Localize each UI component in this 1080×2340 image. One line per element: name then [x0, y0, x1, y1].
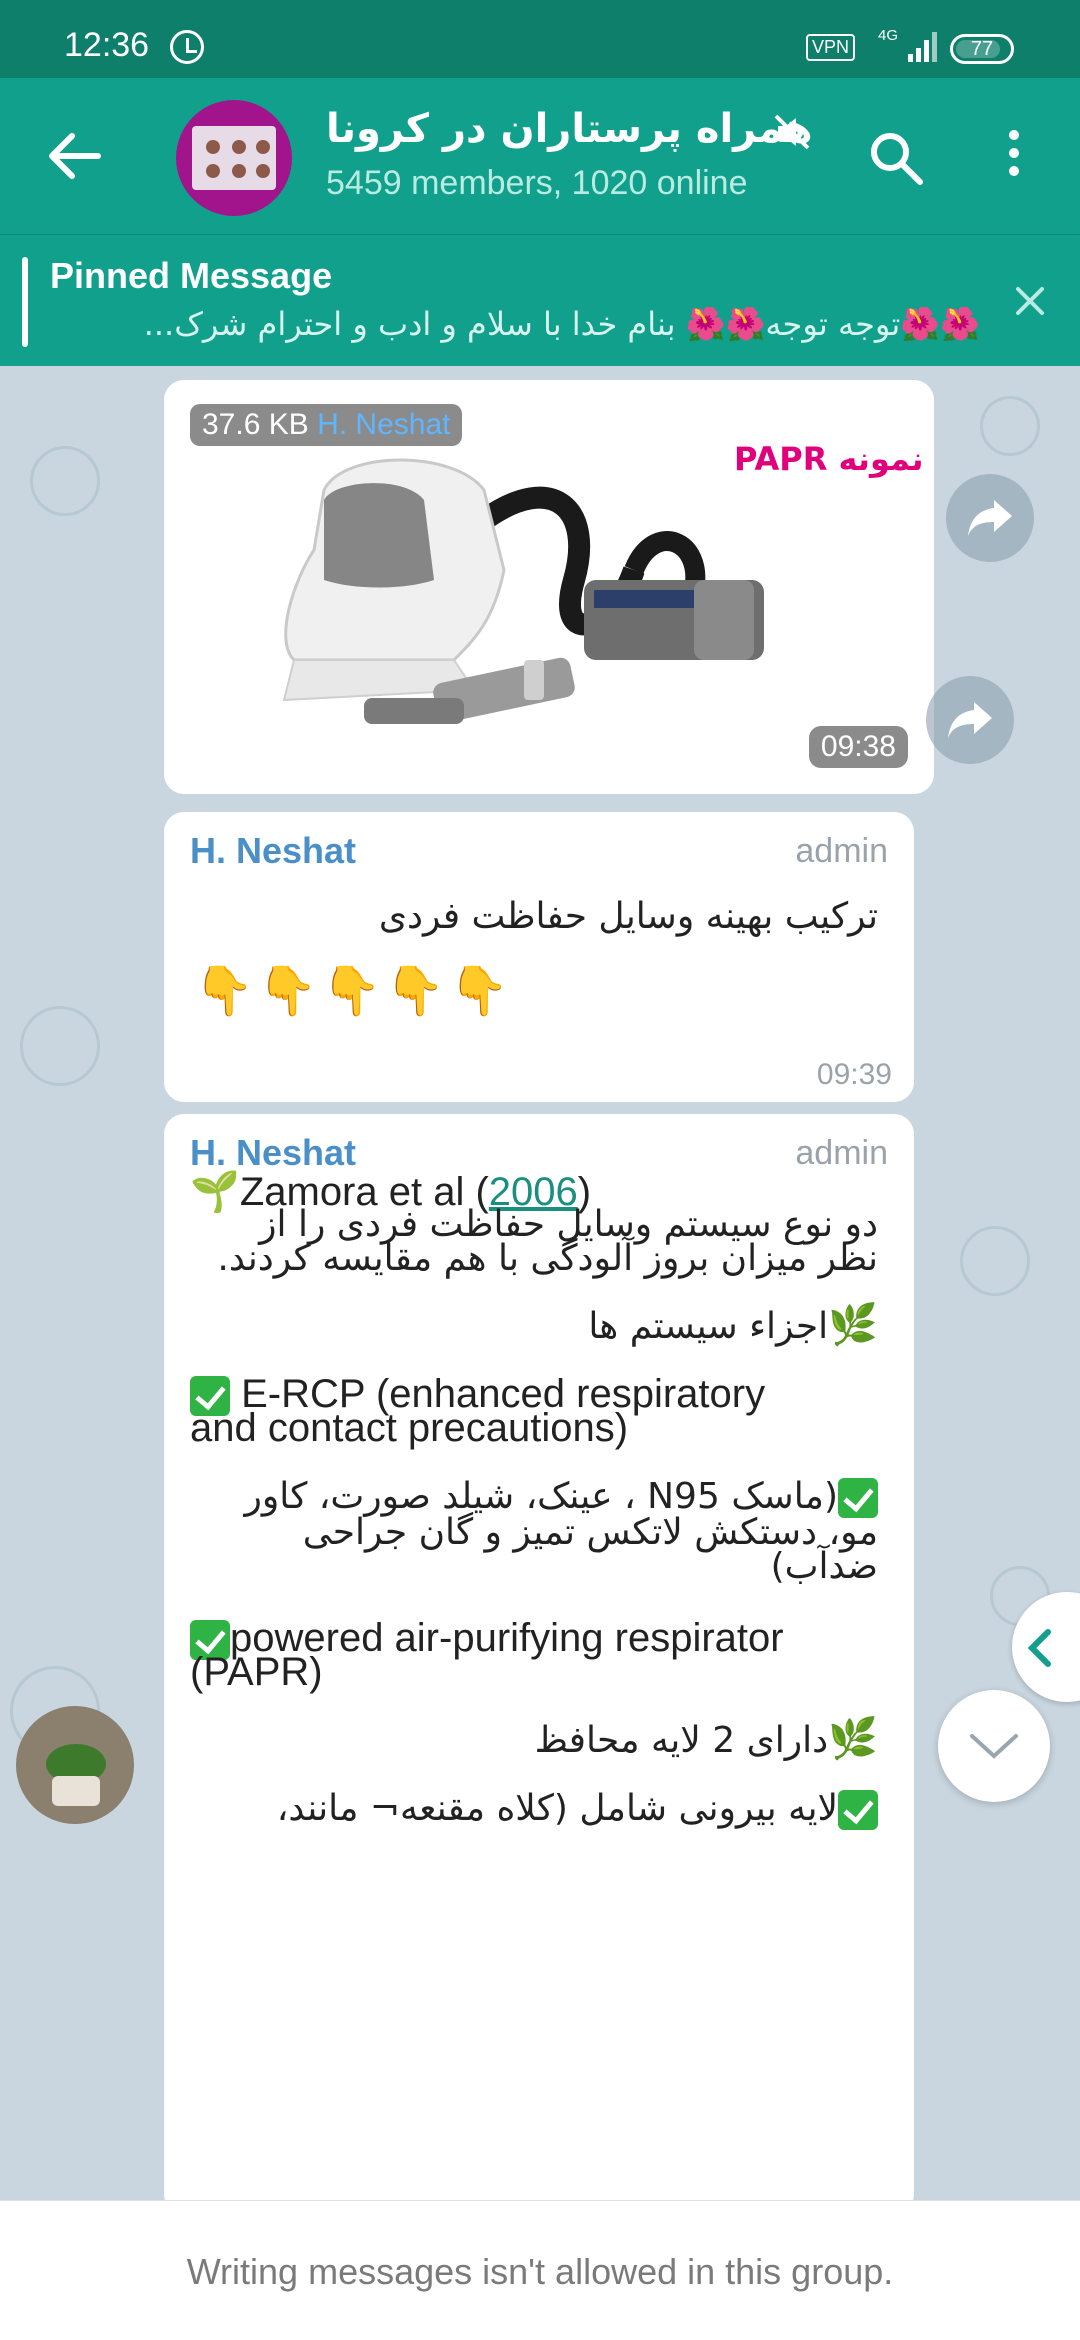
forward-icon: [968, 500, 1012, 536]
signal-icon: [908, 32, 937, 62]
papr-line-2: (PAPR): [190, 1650, 323, 1694]
forward-button[interactable]: [946, 474, 1034, 562]
chat-area[interactable]: نمونه PAPR 37.6 KB H. Neshat 09:38 H. Ne…: [0, 366, 1080, 2200]
check-icon: [838, 1790, 878, 1830]
alarm-icon: [170, 30, 204, 64]
pointing-down-emojis: 👇👇👇👇👇: [194, 963, 513, 1019]
message-time: 09:39: [816, 1058, 892, 1091]
forward-button[interactable]: [926, 676, 1014, 764]
forward-icon: [948, 702, 992, 738]
message-bubble[interactable]: H. Neshat admin ترکیب بهینه وسایل حفاظت …: [164, 812, 914, 1102]
pinned-title: Pinned Message: [50, 255, 333, 296]
mute-icon: [774, 114, 810, 150]
battery-level: 77: [970, 38, 994, 60]
photo-time: 09:38: [808, 726, 908, 768]
intro-line-2: نظر میزان بروز آلودگی با هم مقایسه کردند…: [217, 1238, 878, 1279]
sender-name[interactable]: H. Neshat: [190, 830, 356, 872]
pinned-message[interactable]: Pinned Message 🌺🌺توجه توجه🌺🌺 بنام خدا با…: [0, 234, 1080, 366]
scroll-down-button[interactable]: [938, 1690, 1050, 1802]
layers-heading: 🌿دارای 2 لایه محافظ: [534, 1716, 878, 1762]
chat-title[interactable]: همراه پرستاران در کرونا: [326, 106, 846, 152]
erc-line-2: and contact precautions): [190, 1406, 629, 1450]
message-text: ترکیب بهینه وسایل حفاظت فردی: [378, 896, 878, 937]
battery-indicator: 77: [950, 34, 1014, 64]
group-avatar[interactable]: [176, 100, 292, 216]
admin-badge: admin: [795, 832, 888, 870]
members-count: 5459 members, 1020 online: [326, 164, 748, 202]
papr-hood-image: [282, 458, 764, 724]
outer-layer-line: لایه بیرونی شامل (کلاه مقنعه¬ مانند،: [190, 1784, 878, 1834]
search-icon[interactable]: [866, 128, 926, 188]
status-bar: 12:36 VPN 4G 77: [0, 0, 1080, 78]
photo-message[interactable]: نمونه PAPR 37.6 KB H. Neshat 09:38: [164, 380, 934, 794]
components-heading: 🌿اجزاء سیستم ها: [588, 1302, 878, 1348]
pinned-text: 🌺🌺توجه توجه🌺🌺 بنام خدا با سلام و ادب و ا…: [143, 305, 980, 343]
chevron-left-icon: [1027, 1629, 1051, 1667]
more-vert-icon[interactable]: [1004, 126, 1024, 186]
composer-disabled-notice: Writing messages isn't allowed in this g…: [0, 2200, 1080, 2340]
notice-text: Writing messages isn't allowed in this g…: [186, 2251, 894, 2292]
photo-sender[interactable]: H. Neshat: [317, 408, 450, 441]
message-bubble[interactable]: H. Neshat admin 🌱Zamora et al (2006) دو …: [164, 1114, 914, 2200]
close-icon[interactable]: [1010, 281, 1050, 321]
file-size: 37.6 KB: [202, 408, 309, 441]
network-type: 4G: [878, 27, 899, 44]
vpn-indicator: VPN: [806, 34, 856, 61]
leaf-icon: 🌿: [828, 1302, 878, 1348]
photo-info: 37.6 KB H. Neshat: [190, 404, 463, 446]
n95-line-3: ضدآب): [770, 1546, 878, 1587]
back-arrow-icon[interactable]: [46, 130, 102, 182]
status-time: 12:36: [64, 26, 150, 64]
chevron-down-icon: [970, 1734, 1018, 1759]
pinned-bar: [22, 257, 28, 347]
leaf-icon: 🌿: [828, 1716, 878, 1762]
sender-avatar[interactable]: [16, 1706, 134, 1824]
chat-header: همراه پرستاران در کرونا 5459 members, 10…: [0, 78, 1080, 234]
papr-photo[interactable]: نمونه PAPR 37.6 KB H. Neshat 09:38: [174, 390, 924, 784]
